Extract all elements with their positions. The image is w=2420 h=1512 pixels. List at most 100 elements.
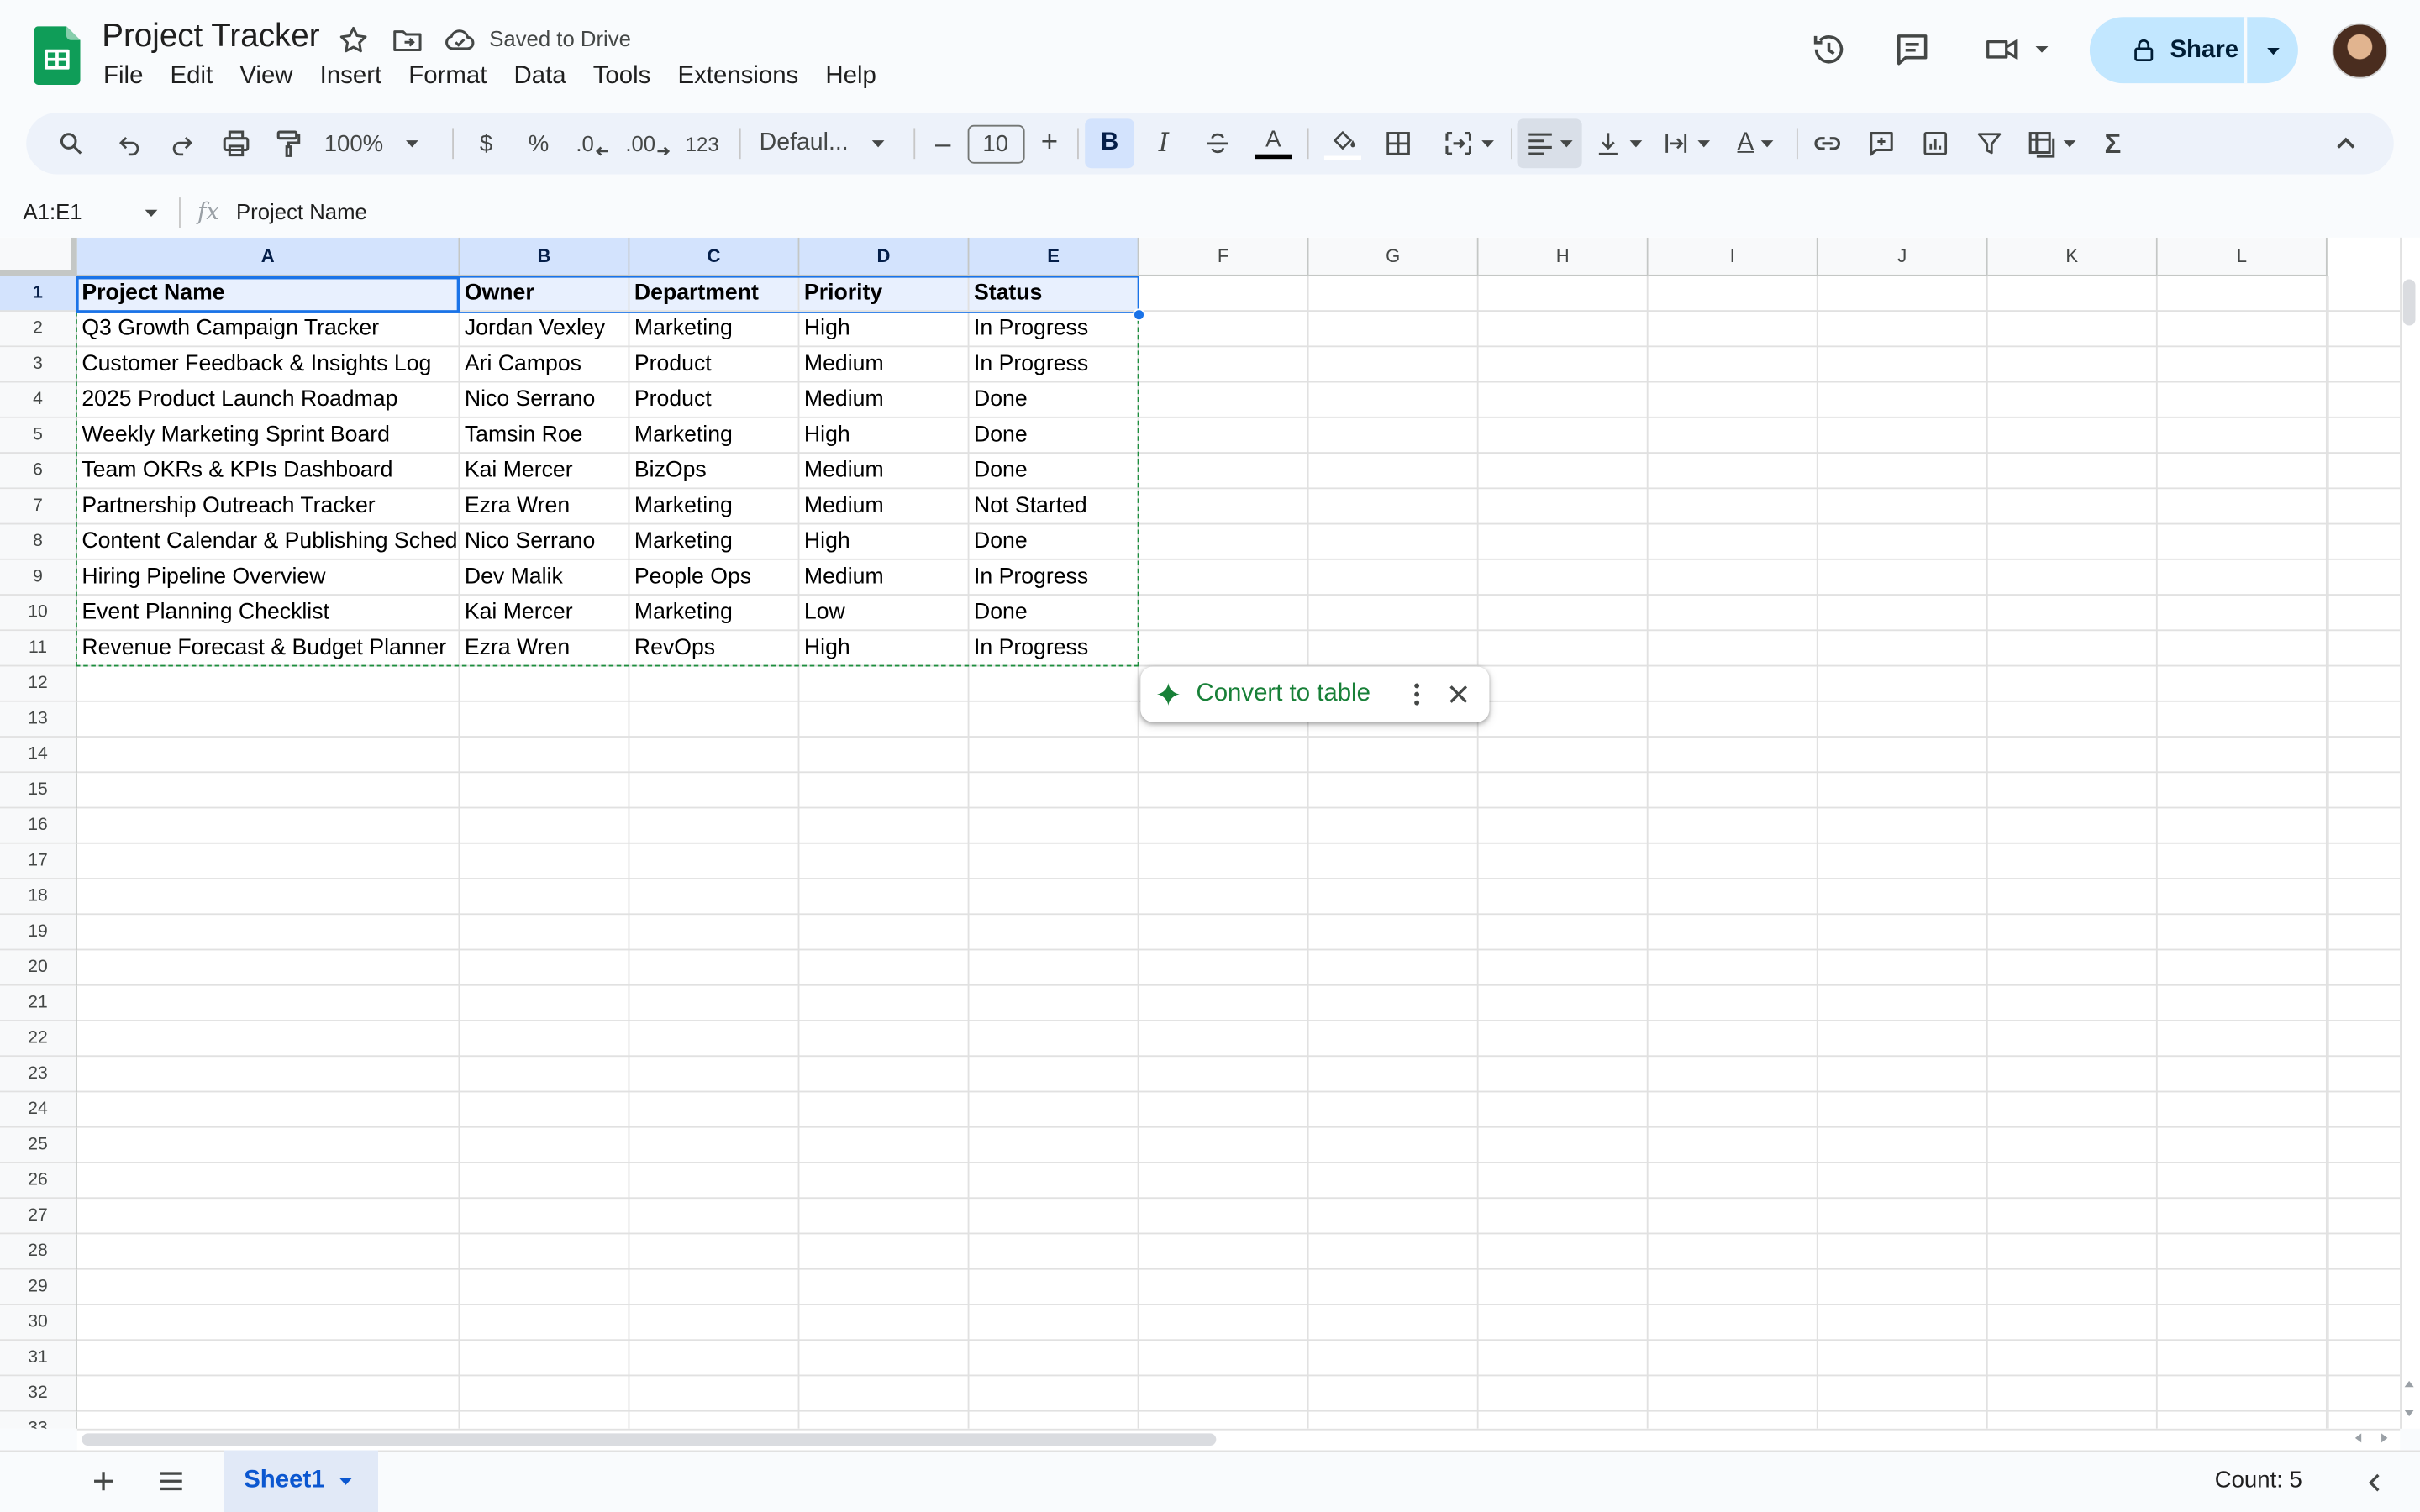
row-header[interactable]: 32: [0, 1376, 77, 1412]
row-header[interactable]: 3: [0, 347, 77, 383]
insert-chart-icon[interactable]: [1915, 113, 1955, 174]
all-sheets-icon[interactable]: [156, 1467, 187, 1495]
formula-input[interactable]: Project Name: [236, 199, 367, 223]
menu-extensions[interactable]: Extensions: [677, 63, 798, 91]
row-header[interactable]: 31: [0, 1341, 77, 1377]
text-rotation-button[interactable]: A: [1727, 113, 1786, 174]
row-header[interactable]: 22: [0, 1021, 77, 1058]
meet-call-icon[interactable]: [1983, 29, 2054, 70]
decrease-font-size-button[interactable]: –: [926, 113, 960, 174]
menu-format[interactable]: Format: [408, 63, 487, 91]
row-header[interactable]: 18: [0, 879, 77, 916]
spreadsheet-grid[interactable]: A B C D E F G H I J K L 1 2 3 4 5 6 7 8 9 10 11 12 13 14 15 16 17 18 1…: [0, 237, 2401, 1429]
version-history-icon[interactable]: [1809, 29, 1849, 70]
menu-file[interactable]: File: [103, 63, 143, 91]
row-header[interactable]: 26: [0, 1163, 77, 1200]
zoom-select[interactable]: 100%: [324, 113, 435, 174]
font-family-select[interactable]: Defaul...: [760, 113, 896, 174]
font-size-input[interactable]: 10: [966, 113, 1025, 174]
add-sheet-icon[interactable]: [90, 1467, 118, 1495]
collapse-toolbar-icon[interactable]: [2326, 113, 2366, 174]
text-color-button[interactable]: A: [1253, 113, 1293, 174]
column-header-f[interactable]: F: [1139, 237, 1309, 276]
menu-insert[interactable]: Insert: [320, 63, 381, 91]
increase-font-size-button[interactable]: +: [1033, 113, 1066, 174]
name-box[interactable]: A1:E1: [24, 199, 82, 223]
row-header[interactable]: 20: [0, 950, 77, 986]
side-panel-toggle-icon[interactable]: [2365, 1470, 2383, 1494]
menu-help[interactable]: Help: [825, 63, 876, 91]
star-icon[interactable]: [336, 24, 370, 57]
share-button[interactable]: Share: [2090, 17, 2244, 83]
selection-count[interactable]: Count: 5: [2215, 1467, 2302, 1494]
scroll-right-icon[interactable]: [2378, 1431, 2391, 1444]
row-header[interactable]: 1: [0, 276, 77, 312]
paint-format-icon[interactable]: [269, 113, 309, 174]
row-header[interactable]: 11: [0, 631, 77, 667]
column-header-i[interactable]: I: [1648, 237, 1818, 276]
row-header[interactable]: 5: [0, 417, 77, 454]
row-header[interactable]: 30: [0, 1305, 77, 1341]
bold-button[interactable]: B: [1085, 118, 1134, 169]
move-to-folder-icon[interactable]: [391, 24, 424, 57]
select-all-corner[interactable]: [0, 237, 77, 276]
column-header-a[interactable]: A: [76, 237, 460, 276]
italic-button[interactable]: I: [1144, 113, 1184, 174]
row-header[interactable]: 25: [0, 1127, 77, 1163]
merge-cells-button[interactable]: [1434, 113, 1504, 174]
filter-views-button[interactable]: [2020, 113, 2081, 174]
chevron-down-icon[interactable]: [339, 1473, 354, 1488]
strikethrough-icon[interactable]: [1197, 113, 1238, 174]
row-header[interactable]: 23: [0, 1057, 77, 1093]
insert-comment-icon[interactable]: [1861, 113, 1902, 174]
row-header[interactable]: 7: [0, 489, 77, 525]
column-header-h[interactable]: H: [1478, 237, 1649, 276]
sheets-logo[interactable]: [34, 26, 81, 86]
search-icon[interactable]: [51, 113, 92, 174]
row-header[interactable]: 13: [0, 701, 77, 738]
horizontal-align-button[interactable]: [1517, 118, 1582, 169]
row-header[interactable]: 16: [0, 808, 77, 844]
number-format-button[interactable]: 123: [682, 113, 723, 174]
vertical-align-button[interactable]: [1590, 113, 1649, 174]
column-header-j[interactable]: J: [1818, 237, 1988, 276]
avatar[interactable]: [2332, 23, 2388, 79]
row-header[interactable]: 24: [0, 1092, 77, 1128]
scroll-up-icon[interactable]: [2403, 1378, 2416, 1390]
scroll-down-icon[interactable]: [2403, 1407, 2416, 1420]
column-header-g[interactable]: G: [1308, 237, 1479, 276]
name-box-dropdown[interactable]: [144, 205, 159, 220]
row-header[interactable]: 21: [0, 985, 77, 1021]
document-title[interactable]: Project Tracker: [102, 18, 319, 55]
vertical-scrollbar[interactable]: [2400, 237, 2420, 1429]
row-header[interactable]: 2: [0, 312, 77, 348]
text-wrapping-button[interactable]: [1658, 113, 1717, 174]
menu-data[interactable]: Data: [514, 63, 566, 91]
row-header[interactable]: 10: [0, 595, 77, 632]
row-header[interactable]: 29: [0, 1269, 77, 1305]
more-options-icon[interactable]: [1413, 682, 1422, 706]
print-icon[interactable]: [216, 113, 256, 174]
convert-to-table-button[interactable]: Convert to table: [1196, 680, 1370, 708]
column-header-b[interactable]: B: [460, 237, 630, 276]
row-header[interactable]: 28: [0, 1234, 77, 1270]
row-header[interactable]: 4: [0, 382, 77, 418]
redo-icon[interactable]: [162, 113, 203, 174]
column-header-c[interactable]: C: [629, 237, 800, 276]
close-icon[interactable]: [1448, 684, 1470, 706]
row-header[interactable]: 19: [0, 915, 77, 951]
row-header[interactable]: 6: [0, 453, 77, 490]
menu-tools[interactable]: Tools: [593, 63, 651, 91]
vertical-scroll-thumb[interactable]: [2402, 279, 2416, 326]
decrease-decimal-button[interactable]: .0: [570, 113, 616, 174]
menu-edit[interactable]: Edit: [171, 63, 213, 91]
percent-format-button[interactable]: %: [523, 113, 555, 174]
functions-button[interactable]: Σ: [2093, 113, 2133, 174]
column-header-l[interactable]: L: [2157, 237, 2328, 276]
row-header[interactable]: 17: [0, 843, 77, 879]
row-header[interactable]: 15: [0, 773, 77, 809]
row-header[interactable]: 33: [0, 1411, 77, 1429]
increase-decimal-button[interactable]: .00: [623, 113, 673, 174]
undo-icon[interactable]: [109, 113, 150, 174]
share-dropdown-button[interactable]: [2247, 17, 2298, 83]
